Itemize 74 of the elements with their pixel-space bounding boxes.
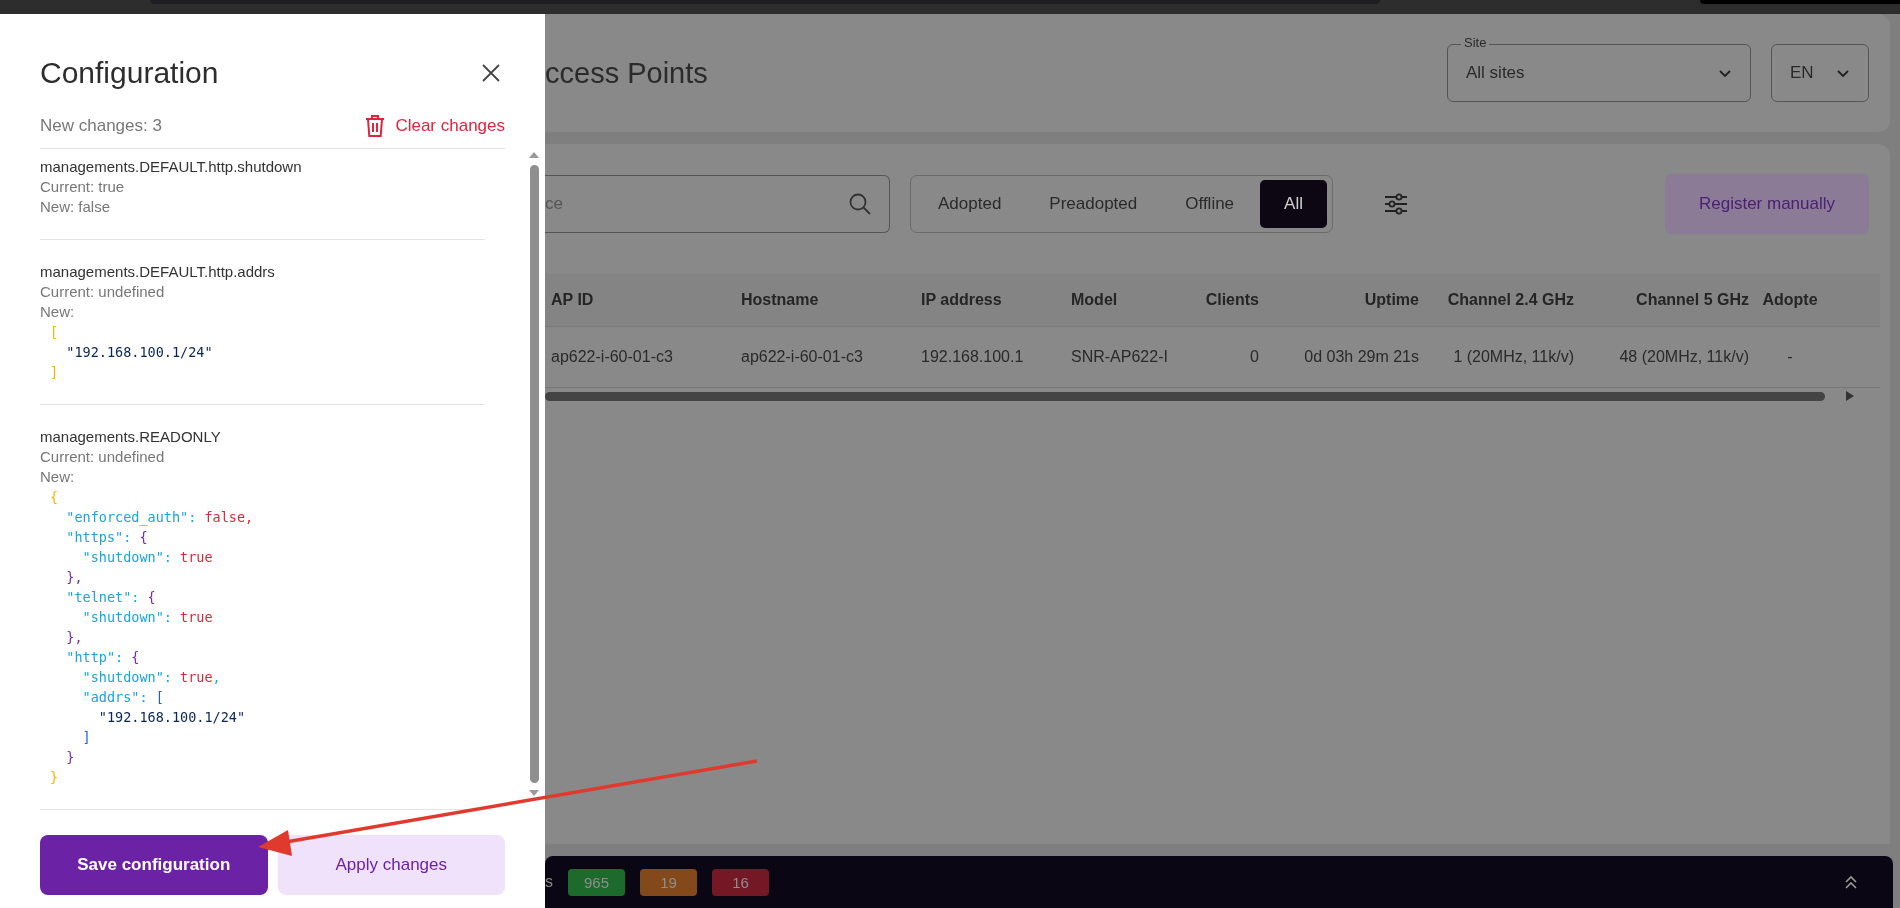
- current-value: Current: true: [40, 177, 126, 197]
- table-cell-text: 0d 03h 29m 21s: [1303, 348, 1420, 366]
- code-line: }: [65, 748, 76, 767]
- scroll-up-icon[interactable]: [528, 151, 540, 159]
- table-cell-text: 1 (20MHz, 11k/v): [1452, 348, 1575, 366]
- change-path: managements.READONLY: [40, 427, 222, 447]
- column-header[interactable]: Channel 2.4 GHz: [1425, 291, 1580, 309]
- table-cell-text: ap622-i-60-01-c3: [550, 348, 674, 366]
- chevron-down-icon: [1836, 68, 1850, 78]
- new-value: New:: [40, 302, 76, 322]
- double-chevron-up-icon[interactable]: [1843, 874, 1859, 890]
- filter-tab[interactable]: All: [1260, 180, 1327, 228]
- table-cell-text: SNR-AP622-I: [1070, 348, 1169, 366]
- search-icon: [848, 192, 872, 216]
- language-select[interactable]: EN: [1771, 44, 1869, 102]
- table-cell-text: 192.168.100.1: [920, 348, 1025, 366]
- chevron-down-icon: [1718, 68, 1732, 78]
- code-line: }: [50, 768, 60, 787]
- code-line: "shutdown": true: [81, 608, 214, 627]
- filter-settings-icon[interactable]: [1383, 192, 1409, 216]
- scroll-right-icon[interactable]: [1845, 390, 1855, 402]
- column-header[interactable]: Hostname: [735, 291, 915, 309]
- column-header[interactable]: Model: [1065, 291, 1195, 309]
- code-line: "addrs": [: [81, 688, 165, 707]
- table-cell-text: ap622-i-60-01-c3: [740, 348, 864, 366]
- code-line: "shutdown": true: [81, 548, 214, 567]
- table-cell-text: -: [1786, 348, 1794, 366]
- close-icon[interactable]: [482, 64, 500, 82]
- change-path: managements.DEFAULT.http.addrs: [40, 262, 276, 282]
- code-line: "192.168.100.1/24": [65, 343, 214, 362]
- count-badge: 16: [712, 868, 769, 896]
- filter-tab[interactable]: Preadopted: [1027, 180, 1160, 228]
- code-line: [: [50, 323, 60, 342]
- status-label: s: [545, 873, 553, 891]
- clear-changes-button[interactable]: Clear changes: [365, 114, 505, 138]
- code-line: },: [65, 628, 84, 647]
- code-line: },: [65, 568, 84, 587]
- page-title: ccess Points: [545, 56, 708, 90]
- code-line: "shutdown": true,: [81, 668, 222, 687]
- current-value: Current: undefined: [40, 282, 166, 302]
- table-cell-text: 0: [1249, 348, 1260, 366]
- code-line: "enforced_auth": false,: [65, 508, 255, 527]
- code-line: "https": {: [65, 528, 149, 547]
- changes-count: New changes: 3: [40, 116, 162, 136]
- register-button[interactable]: Register manually: [1665, 174, 1869, 234]
- code-line: "telnet": {: [65, 588, 157, 607]
- change-path: managements.DEFAULT.http.shutdown: [40, 157, 303, 177]
- column-header[interactable]: Uptime: [1265, 291, 1425, 309]
- column-header[interactable]: AP ID: [545, 291, 735, 309]
- current-value: Current: undefined: [40, 447, 166, 467]
- code-line: {: [50, 488, 60, 507]
- column-header[interactable]: Channel 5 GHz: [1580, 291, 1755, 309]
- count-badge: 19: [640, 868, 697, 896]
- scrollbar-thumb[interactable]: [529, 165, 539, 783]
- column-header[interactable]: Clients: [1195, 291, 1265, 309]
- scroll-down-icon[interactable]: [528, 789, 540, 797]
- code-line: "http": {: [65, 648, 141, 667]
- field-label: Site: [1461, 35, 1490, 50]
- new-value: New: false: [40, 197, 112, 217]
- count-badge: 965: [568, 868, 625, 896]
- trash-icon: [365, 114, 386, 138]
- filter-tab[interactable]: Offline: [1163, 180, 1257, 228]
- filter-tab[interactable]: Adopted: [916, 180, 1024, 228]
- code-line: "192.168.100.1/24": [97, 708, 247, 727]
- code-line: ]: [50, 363, 60, 382]
- new-value: New:: [40, 467, 76, 487]
- table-cell-text: 48 (20MHz, 11k/v): [1618, 348, 1750, 366]
- drawer-title: Configuration: [40, 56, 219, 90]
- code-line: ]: [81, 728, 92, 747]
- save-button[interactable]: Save configuration: [40, 835, 268, 895]
- column-header[interactable]: IP address: [915, 291, 1065, 309]
- scrollbar-thumb[interactable]: [545, 391, 1825, 401]
- column-header[interactable]: Adopte: [1755, 291, 1825, 309]
- apply-button[interactable]: Apply changes: [277, 835, 505, 895]
